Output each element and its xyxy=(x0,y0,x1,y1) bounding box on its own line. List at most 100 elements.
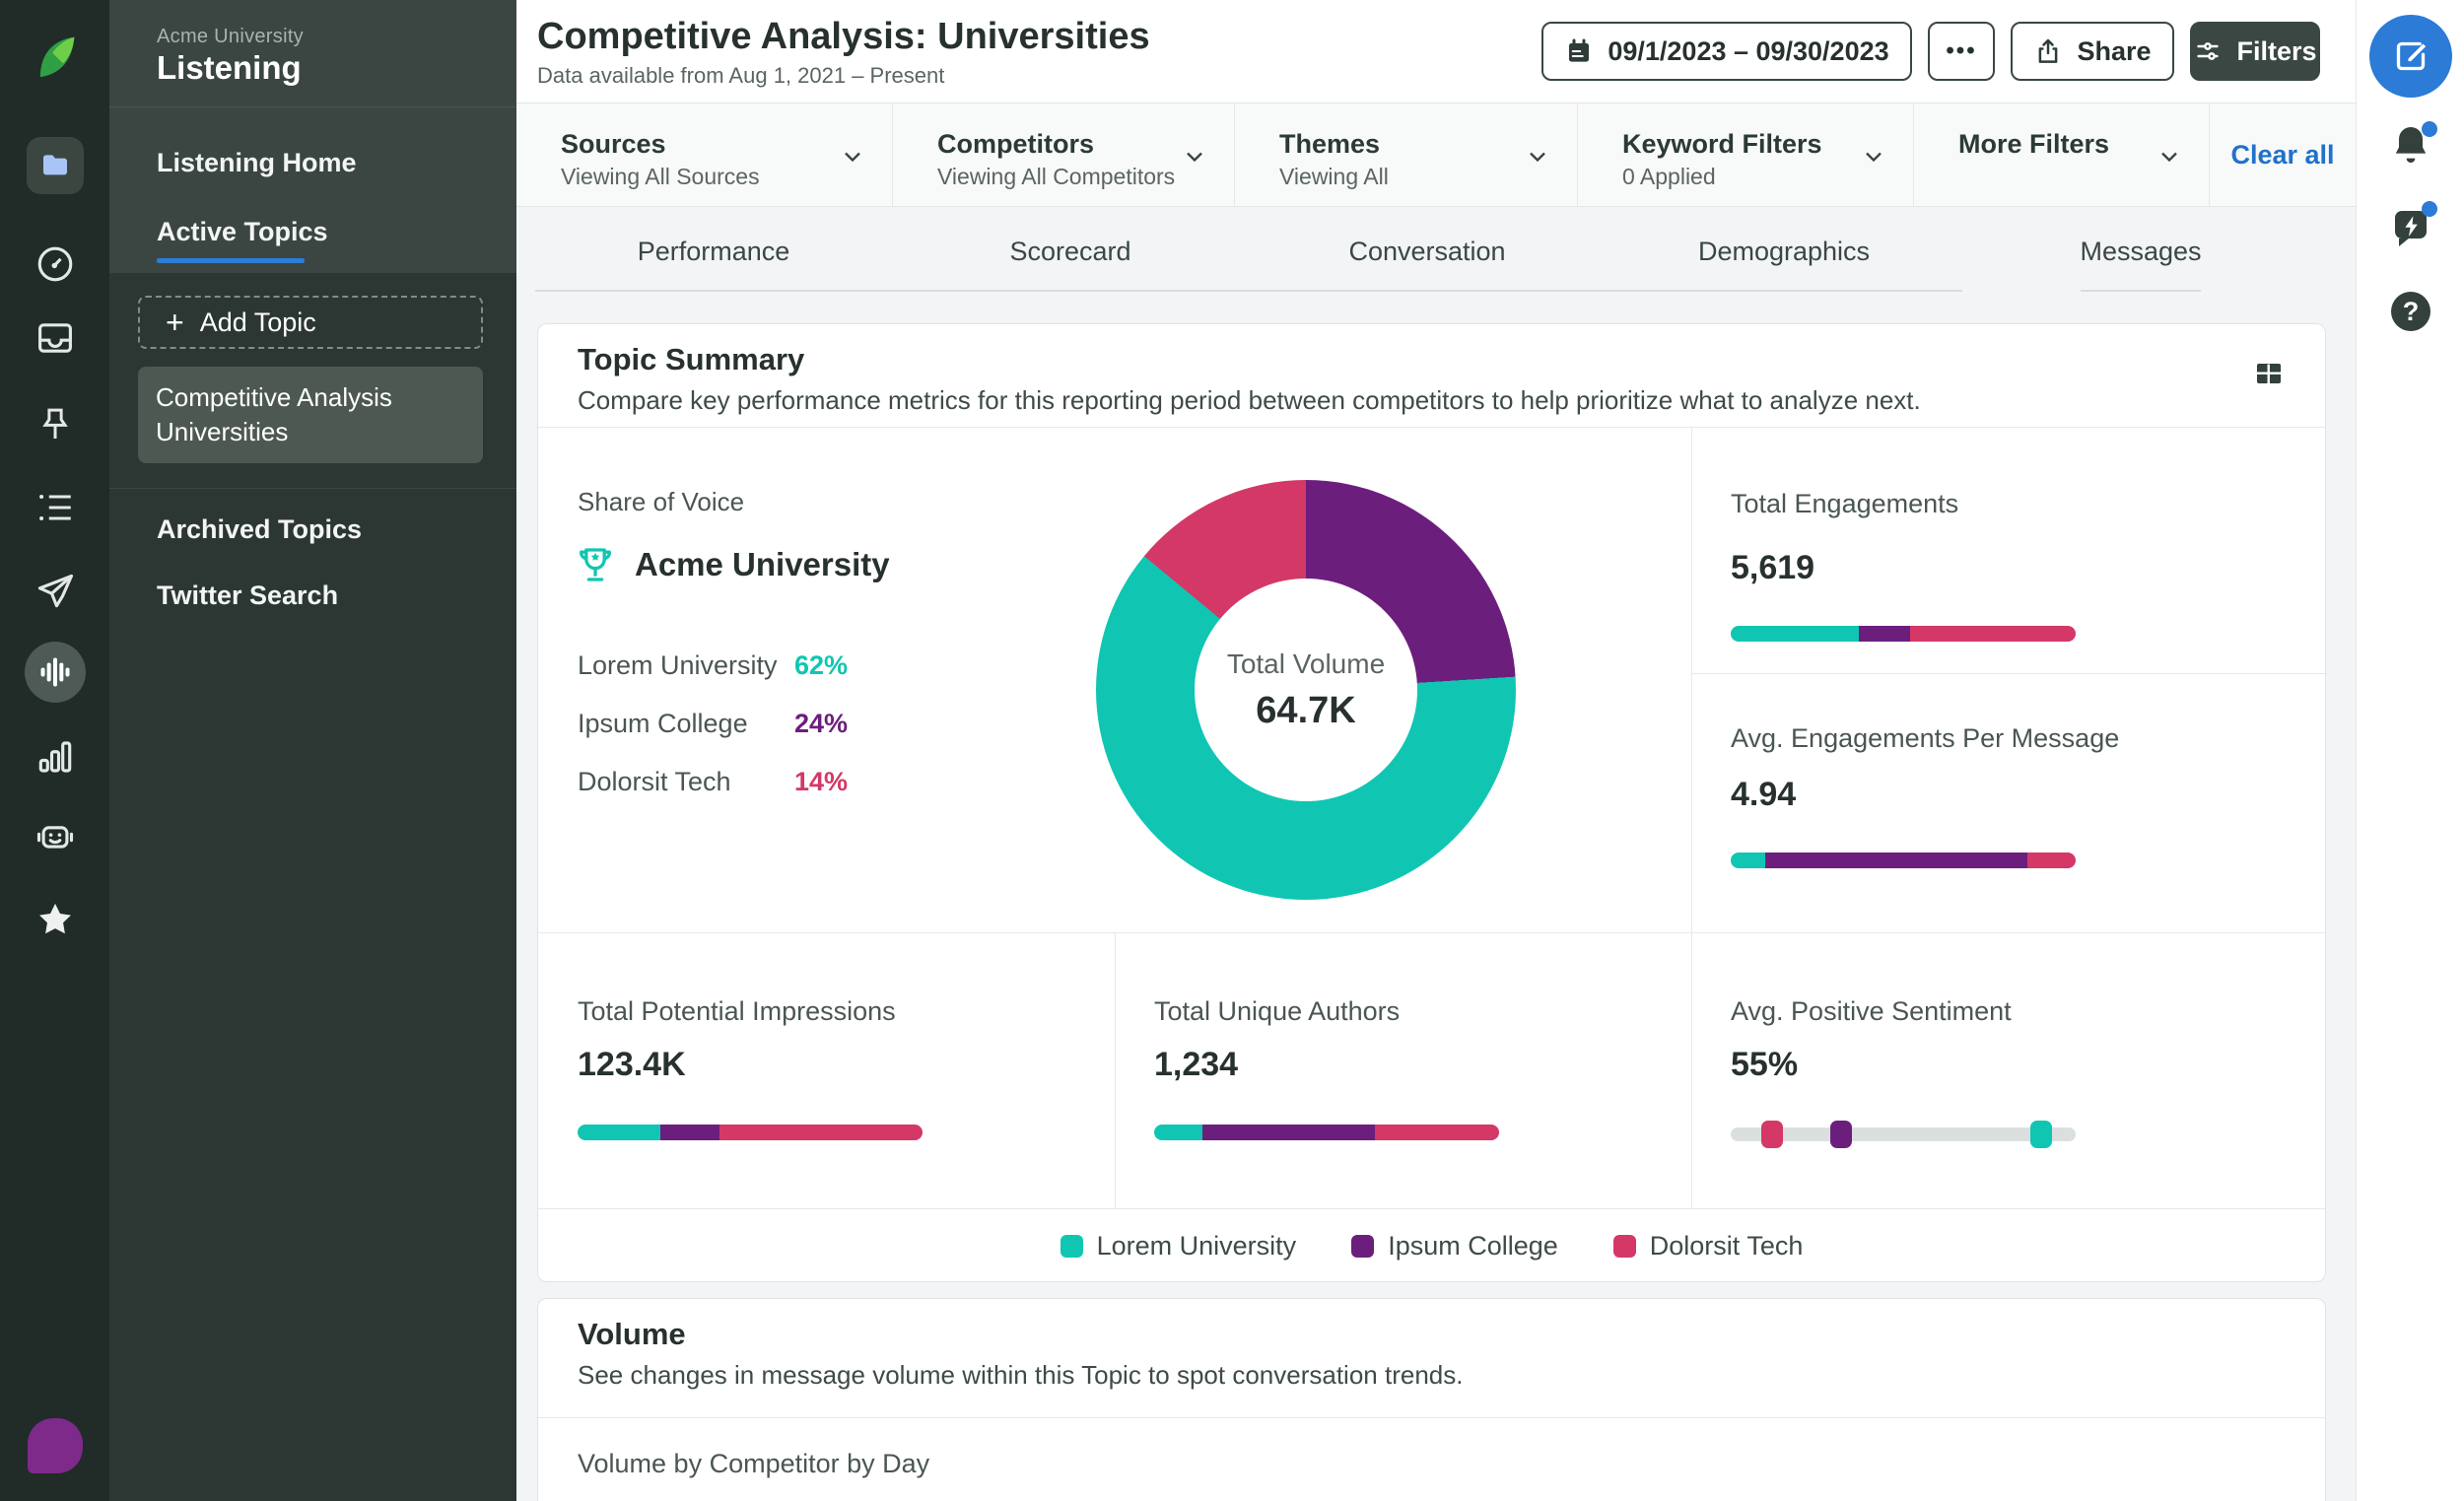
competitor-name: Ipsum College xyxy=(578,709,748,739)
calendar-icon xyxy=(1564,36,1594,66)
filter-themes[interactable]: Themes Viewing All xyxy=(1235,103,1578,207)
competitor-share: 14% xyxy=(794,767,848,797)
folder-icon xyxy=(39,150,71,181)
listening-sidebar: Acme University Listening Listening Home… xyxy=(109,0,516,1501)
filter-sources[interactable]: Sources Viewing All Sources xyxy=(516,103,893,207)
notifications-button[interactable] xyxy=(2357,121,2464,169)
question-mark-icon: ? xyxy=(2391,292,2430,331)
competitor-share: 24% xyxy=(794,709,848,739)
date-range-label: 09/1/2023 – 09/30/2023 xyxy=(1608,36,1888,67)
sliders-icon xyxy=(2193,36,2223,66)
add-topic-button[interactable]: + Add Topic xyxy=(138,296,483,349)
share-label: Share xyxy=(2077,36,2151,67)
tab-messages[interactable]: Messages xyxy=(1962,207,2319,296)
sidebar-item-automation[interactable] xyxy=(0,814,109,859)
legend-swatch xyxy=(1061,1235,1083,1258)
profile-avatar[interactable] xyxy=(0,1416,109,1475)
sidebar-item-folders[interactable] xyxy=(0,137,109,194)
robot-icon xyxy=(34,815,77,858)
sidebar-item-active-topics[interactable]: Active Topics xyxy=(157,217,328,247)
bar-chart-icon xyxy=(34,736,76,778)
chevron-down-icon xyxy=(1524,143,1551,171)
feedback-badge xyxy=(2422,201,2437,217)
legend-label: Lorem University xyxy=(1097,1231,1297,1262)
feedback-button[interactable] xyxy=(2357,205,2464,252)
sentiment-marker xyxy=(2030,1121,2052,1148)
sentiment-track xyxy=(1731,1127,2076,1141)
topic-summary-card: Topic Summary Compare key performance me… xyxy=(537,323,2326,1282)
bar-segment xyxy=(1202,1125,1375,1140)
metric-value: 4.94 xyxy=(1731,776,1796,814)
legend-item: Lorem University xyxy=(1061,1231,1297,1262)
metric-value: 5,619 xyxy=(1731,549,1814,587)
page-subtitle: Data available from Aug 1, 2021 – Presen… xyxy=(537,63,944,89)
bar-segment xyxy=(1375,1125,1499,1140)
more-actions-button[interactable]: ••• xyxy=(1928,22,1995,81)
filter-more-filters[interactable]: More Filters xyxy=(1914,103,2210,207)
app-root: Acme University Listening Listening Home… xyxy=(0,0,2464,1501)
filter-keyword-filters[interactable]: Keyword Filters 0 Applied xyxy=(1578,103,1914,207)
card-description: Compare key performance metrics for this… xyxy=(578,385,1921,416)
sidebar-item-publishing[interactable] xyxy=(0,569,109,614)
metric-label: Total Potential Impressions xyxy=(578,996,896,1027)
metric-label: Avg. Positive Sentiment xyxy=(1731,996,2012,1027)
legend-swatch xyxy=(1351,1235,1374,1258)
bar-segment xyxy=(660,1125,719,1140)
leader-name: Acme University xyxy=(635,546,890,583)
sidebar-item-twitter-search[interactable]: Twitter Search xyxy=(157,580,338,611)
ellipsis-icon: ••• xyxy=(1946,37,1976,65)
legend-item: Dolorsit Tech xyxy=(1613,1231,1804,1262)
sidebar-item-dashboard[interactable] xyxy=(0,241,109,287)
stacked-bar-total-engagements xyxy=(1731,626,2076,642)
bar-segment xyxy=(1859,626,1911,642)
metric-value: 55% xyxy=(1731,1046,1798,1084)
help-button[interactable]: ? xyxy=(2357,292,2464,331)
sidebar-item-topic-selected[interactable]: Competitive Analysis Universities xyxy=(138,367,483,463)
sov-row: Ipsum College 24% xyxy=(578,709,903,739)
stacked-bar-avg-engagements xyxy=(1731,853,2076,868)
sidebar-item-pinned[interactable] xyxy=(0,402,109,447)
add-topic-label: Add Topic xyxy=(200,307,316,338)
metric-label: Total Unique Authors xyxy=(1154,996,1400,1027)
sprout-leaf-icon xyxy=(29,31,82,84)
topbar: Competitive Analysis: Universities Data … xyxy=(516,0,2356,103)
compose-button[interactable] xyxy=(2357,15,2464,98)
sidebar-item-listening[interactable] xyxy=(0,642,109,703)
chevron-down-icon xyxy=(1181,143,1208,171)
sidebar-item-reviews[interactable] xyxy=(0,897,109,942)
card-title: Volume xyxy=(578,1317,686,1352)
filter-bar: Sources Viewing All Sources Competitors … xyxy=(516,103,2356,207)
metric-label: Total Engagements xyxy=(1731,489,1958,519)
sprout-logo-icon[interactable] xyxy=(0,28,109,87)
stacked-bar-impressions xyxy=(578,1125,923,1140)
share-button[interactable]: Share xyxy=(2011,22,2174,81)
filter-competitors[interactable]: Competitors Viewing All Competitors xyxy=(893,103,1235,207)
share-of-voice-donut-chart[interactable]: Total Volume 64.7K xyxy=(1096,480,1516,900)
report-tabs: Performance Scorecard Conversation Demog… xyxy=(535,207,2319,296)
bar-segment xyxy=(578,1125,660,1140)
tab-conversation[interactable]: Conversation xyxy=(1249,207,1606,296)
share-of-voice-leader: Acme University xyxy=(574,543,890,586)
sidebar-item-listening-home[interactable]: Listening Home xyxy=(157,148,357,178)
filters-button[interactable]: Filters xyxy=(2190,22,2320,81)
bar-segment xyxy=(1731,853,1765,868)
sidebar-item-archived-topics[interactable]: Archived Topics xyxy=(157,514,362,545)
tab-demographics[interactable]: Demographics xyxy=(1606,207,1962,296)
icon-rail xyxy=(0,0,109,1501)
compose-icon xyxy=(2391,36,2430,76)
tab-scorecard[interactable]: Scorecard xyxy=(892,207,1249,296)
date-range-button[interactable]: 09/1/2023 – 09/30/2023 xyxy=(1541,22,1912,81)
table-view-icon[interactable] xyxy=(2253,358,2285,389)
bar-segment xyxy=(2027,853,2076,868)
competitor-share: 62% xyxy=(794,650,848,681)
volume-card: Volume See changes in message volume wit… xyxy=(537,1298,2326,1501)
sentiment-marker xyxy=(1761,1121,1783,1148)
clear-all-link[interactable]: Clear all xyxy=(2210,103,2356,207)
tab-performance[interactable]: Performance xyxy=(535,207,892,296)
bar-segment xyxy=(1765,853,2027,868)
metric-value: 123.4K xyxy=(578,1046,686,1084)
sidebar-item-tasks[interactable] xyxy=(0,485,109,530)
sidebar-item-inbox[interactable] xyxy=(0,315,109,361)
sidebar-item-reports[interactable] xyxy=(0,734,109,780)
metric-label: Avg. Engagements Per Message xyxy=(1731,723,2119,754)
